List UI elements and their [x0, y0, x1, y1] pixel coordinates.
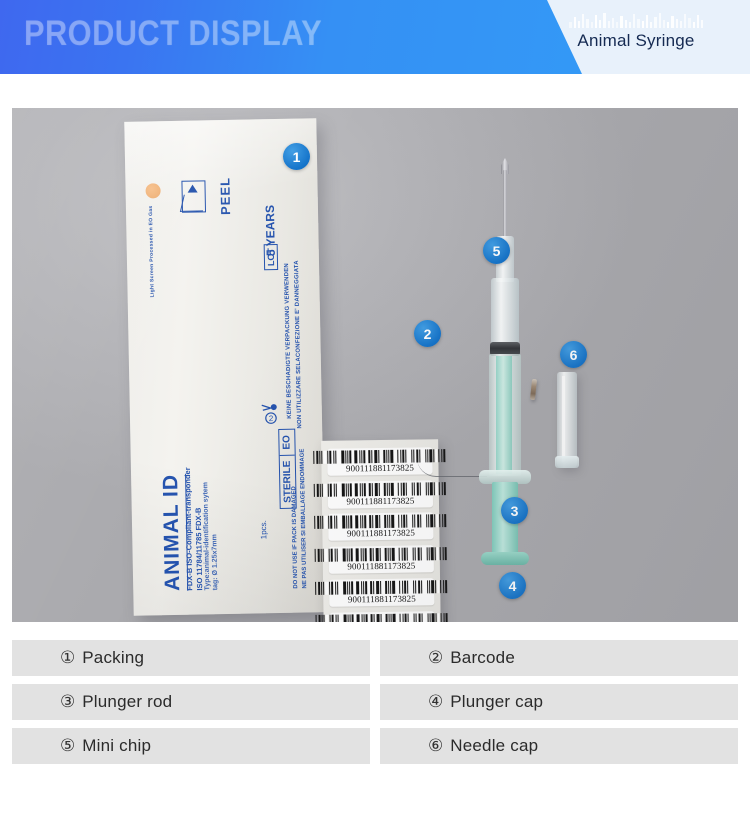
warning-en: DO NOT USE IF PACK IS DAMAGED — [291, 486, 300, 589]
callout-badge-4: 4 — [499, 572, 526, 599]
legend-item-5: ⑤ Mini chip — [12, 728, 370, 764]
barcode-icon — [315, 612, 449, 622]
legend-label: Barcode — [450, 648, 515, 667]
needle-cap-lip — [555, 456, 579, 468]
packaging-pouch: Light Screen Processed in EO Gas PEEL LO… — [124, 118, 326, 616]
product-photo: Light Screen Processed in EO Gas PEEL LO… — [12, 108, 738, 622]
legend-number: ① — [60, 647, 76, 668]
page-title: PRODUCT DISPLAY — [24, 14, 323, 53]
do-not-reuse-icon: 2 — [258, 399, 284, 425]
callout-badge-5: 5 — [483, 237, 510, 264]
legend-number: ④ — [428, 691, 444, 712]
barrel-upper — [491, 278, 519, 346]
legend-item-4: ④ Plunger cap — [380, 684, 738, 720]
barcode-icon — [315, 579, 448, 595]
expiry-years: 5 YEARS — [262, 204, 278, 257]
antenna-wire — [417, 458, 487, 477]
needle-shaft — [503, 170, 507, 242]
legend-number: ⑤ — [60, 735, 76, 756]
needle-cap — [557, 372, 577, 468]
plunger-rod — [496, 356, 512, 474]
eo-indicator-dot — [145, 183, 161, 199]
barcode-label: 900111881173825 — [314, 545, 447, 574]
peel-arrow-triangle — [187, 184, 198, 193]
warning-fr: NE PAS UTILISER SI EMBALLAGE ENDOMMAGE — [299, 448, 309, 589]
header-subtitle: Animal Syringe — [577, 31, 695, 50]
barcode-number: 900111881173825 — [346, 495, 415, 507]
legend-item-2: ② Barcode — [380, 640, 738, 676]
barcode-label: 900111881173825 — [313, 479, 446, 509]
legend-label: Plunger rod — [82, 692, 173, 711]
legend-label: Packing — [82, 648, 145, 667]
barcode-label: 900111881173825 — [315, 610, 448, 622]
callout-badge-1: 1 — [283, 143, 310, 170]
barcode-number: 900111881173825 — [345, 462, 415, 474]
legend-number: ③ — [60, 691, 76, 712]
legend-number: ② — [428, 647, 444, 668]
barcode-icon — [314, 514, 447, 530]
legend-label: Plunger cap — [450, 692, 544, 711]
legend-number: ⑥ — [428, 735, 444, 756]
barcode-number: 900111881173825 — [346, 527, 415, 539]
barcode-icon — [556, 11, 716, 28]
legend-item-1: ① Packing — [12, 640, 370, 676]
legend-item-6: ⑥ Needle cap — [380, 728, 738, 764]
barcode-icon — [313, 481, 447, 497]
header-product-label: Animal Syringe — [536, 8, 736, 70]
warning-it: NON UTILIZZARE SELACONFEZIONE E' DANNEGG… — [293, 260, 304, 429]
callout-badge-6: 6 — [560, 341, 587, 368]
warning-de: KEINE BESCHADIGTE VERPACKUNG VERWENDEN — [284, 262, 294, 419]
peel-label: PEEL — [217, 176, 234, 216]
sterile-method: EO — [279, 429, 295, 456]
barcode-label: 900111881173825 — [314, 512, 447, 542]
barcode-label: 900111881173825 — [315, 578, 447, 607]
packet-line1: FDX-B ISO-Compliant-transponder — [182, 467, 195, 591]
legend-label: Mini chip — [82, 736, 152, 755]
packet-quantity: 1pcs. — [258, 520, 269, 540]
parts-legend: ① Packing ② Barcode ③ Plunger rod ④ Plunger cap… — [12, 640, 738, 764]
svg-text:2: 2 — [269, 414, 274, 423]
packet-line3: Type:animal-identification sytem — [202, 481, 212, 591]
syringe-assembly — [417, 140, 535, 622]
legend-label: Needle cap — [450, 736, 539, 755]
packet-line4: tag: Ø 1.25x7mm — [211, 534, 220, 591]
plunger-cap — [481, 552, 529, 565]
barcode-number: 900111881173825 — [347, 593, 416, 605]
legend-item-3: ③ Plunger rod — [12, 684, 370, 720]
barcode-number: 900111881173825 — [347, 560, 416, 572]
callout-badge-2: 2 — [414, 320, 441, 347]
mini-chip — [529, 378, 538, 401]
page-header: PRODUCT DISPLAY Animal Syringe — [0, 0, 750, 74]
peel-flap-icon — [179, 194, 207, 212]
barcode-icon — [314, 547, 448, 563]
eo-indicator-note: Light Screen Processed in EO Gas — [147, 205, 156, 298]
callout-badge-3: 3 — [501, 497, 528, 524]
